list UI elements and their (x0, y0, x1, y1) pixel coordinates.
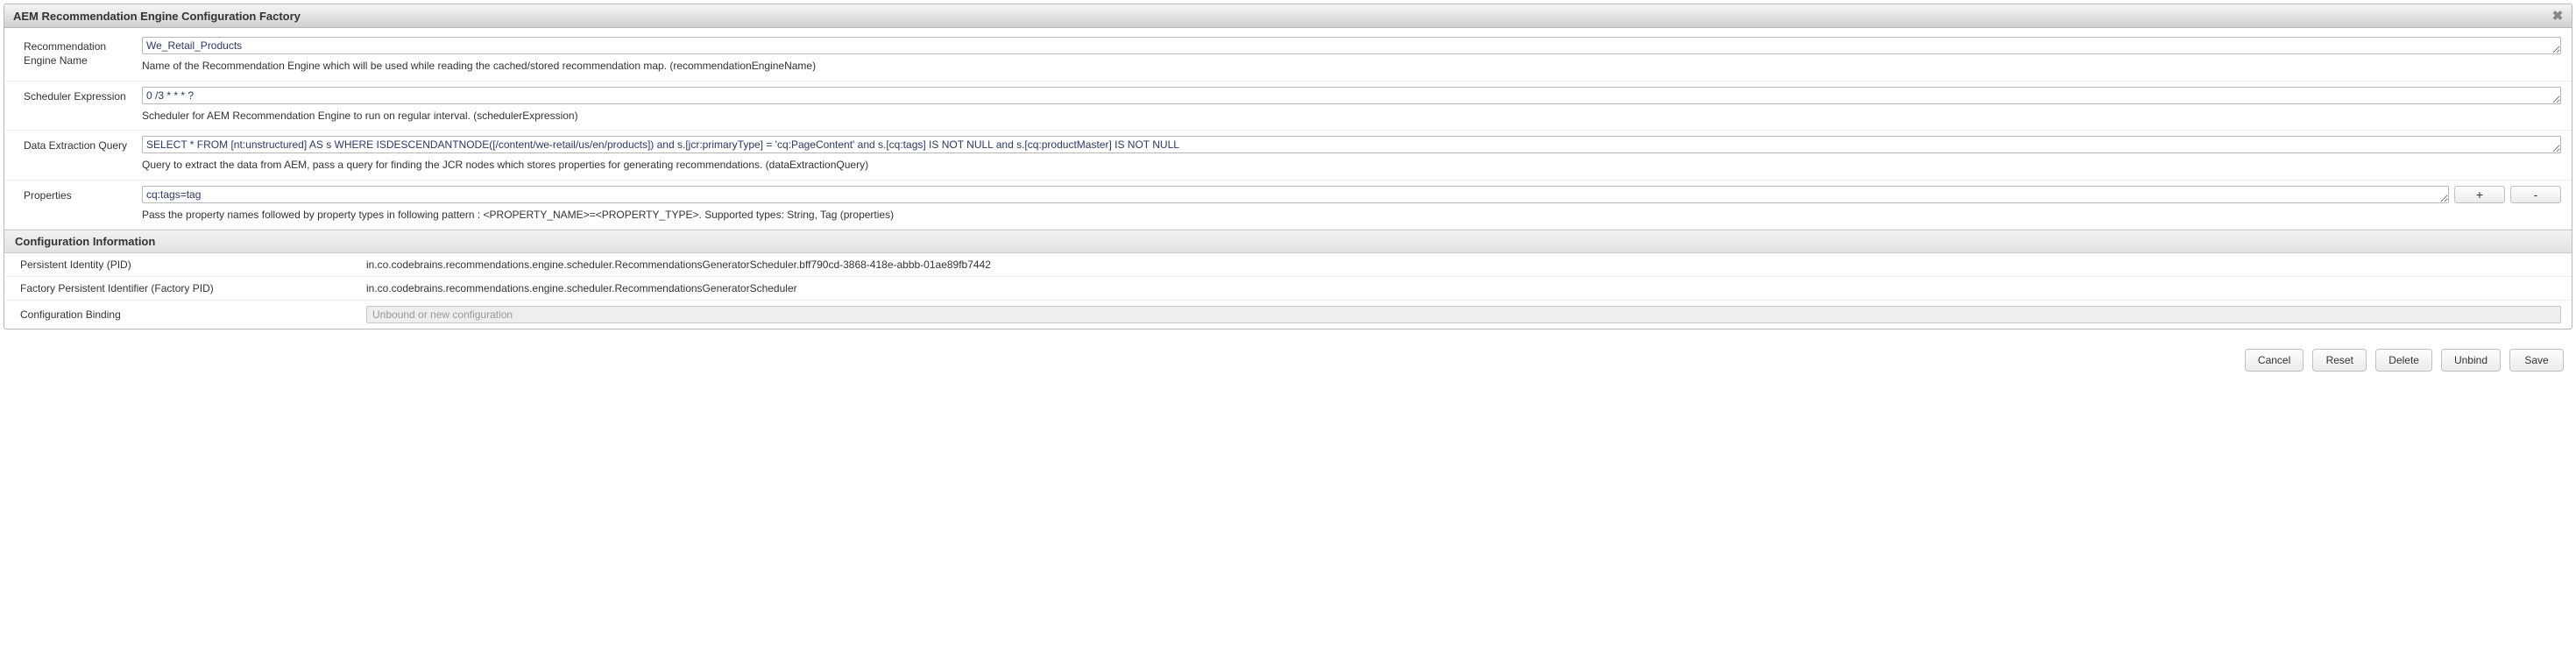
value-factory-pid: in.co.codebrains.recommendations.engine.… (366, 282, 2561, 294)
unbind-button[interactable]: Unbind (2441, 349, 2501, 372)
save-button[interactable]: Save (2509, 349, 2564, 372)
label-scheduler: Scheduler Expression (24, 87, 142, 103)
help-properties: Pass the property names followed by prop… (142, 209, 2561, 223)
label-binding: Configuration Binding (20, 308, 366, 321)
dialog-header: AEM Recommendation Engine Configuration … (4, 4, 2572, 28)
label-properties: Properties (24, 186, 142, 202)
delete-button[interactable]: Delete (2375, 349, 2432, 372)
cancel-button[interactable]: Cancel (2245, 349, 2304, 372)
config-info-header: Configuration Information (4, 230, 2572, 253)
help-engine-name: Name of the Recommendation Engine which … (142, 60, 2561, 74)
label-pid: Persistent Identity (PID) (20, 259, 366, 271)
row-scheduler: Scheduler Expression Scheduler for AEM R… (4, 82, 2572, 131)
button-bar: Cancel Reset Delete Unbind Save (0, 333, 2576, 380)
label-query: Data Extraction Query (24, 136, 142, 152)
reset-button[interactable]: Reset (2312, 349, 2367, 372)
dialog-body: Recommendation Engine Name Name of the R… (4, 28, 2572, 329)
row-engine-name: Recommendation Engine Name Name of the R… (4, 32, 2572, 82)
properties-remove-button[interactable]: - (2510, 186, 2561, 203)
help-scheduler: Scheduler for AEM Recommendation Engine … (142, 110, 2561, 124)
dialog-title: AEM Recommendation Engine Configuration … (13, 10, 301, 23)
row-properties: Properties + - Pass the property names f… (4, 181, 2572, 230)
input-properties-0[interactable] (142, 186, 2449, 203)
value-pid: in.co.codebrains.recommendations.engine.… (366, 259, 2561, 271)
row-factory-pid: Factory Persistent Identifier (Factory P… (4, 277, 2572, 301)
close-icon[interactable]: ✖ (2551, 9, 2565, 23)
input-query[interactable] (142, 136, 2561, 153)
help-query: Query to extract the data from AEM, pass… (142, 159, 2561, 173)
value-binding (366, 306, 2561, 323)
input-engine-name[interactable] (142, 37, 2561, 54)
config-dialog: AEM Recommendation Engine Configuration … (4, 4, 2572, 330)
label-factory-pid: Factory Persistent Identifier (Factory P… (20, 282, 366, 294)
row-pid: Persistent Identity (PID) in.co.codebrai… (4, 253, 2572, 277)
properties-add-button[interactable]: + (2454, 186, 2505, 203)
row-query: Data Extraction Query Query to extract t… (4, 131, 2572, 181)
input-scheduler[interactable] (142, 87, 2561, 104)
row-binding: Configuration Binding (4, 301, 2572, 329)
label-engine-name: Recommendation Engine Name (24, 37, 142, 67)
